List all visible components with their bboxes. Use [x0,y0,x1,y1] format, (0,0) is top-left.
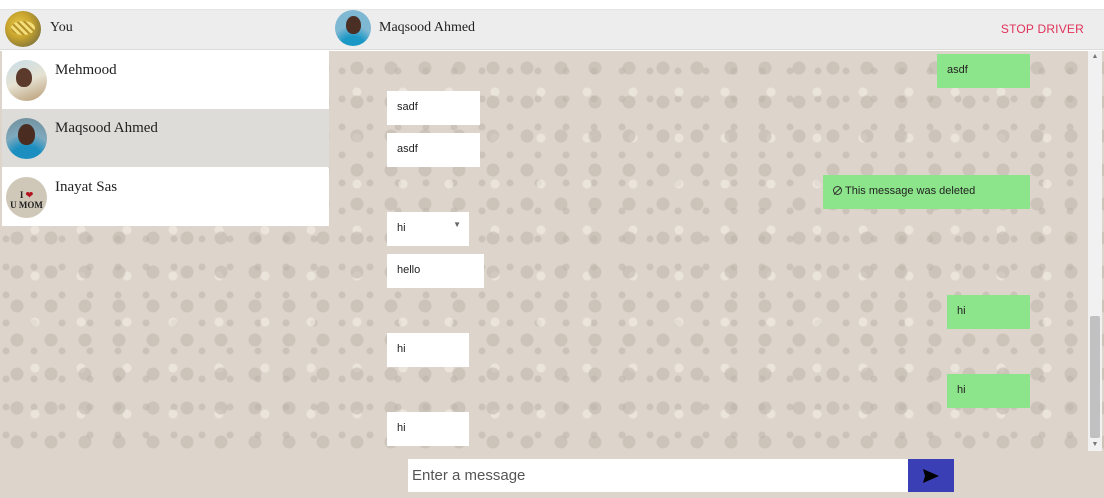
scroll-up-icon[interactable]: ▲ [1088,51,1102,63]
contact-item-inayat-sas[interactable]: I ❤ U MOM Inayat Sas [2,168,329,226]
contact-item-label: Mehmood [55,62,117,78]
my-name: You [50,20,73,35]
message-incoming[interactable]: hi [387,412,469,446]
message-outgoing[interactable]: hi [947,295,1030,329]
message-text: asdf [397,143,418,155]
send-icon [923,469,939,483]
chat-header: You Maqsood Ahmed STOP DRIVER [0,10,1104,50]
message-text: asdf [947,64,968,76]
my-avatar[interactable] [5,11,41,47]
stop-driver-button[interactable]: STOP DRIVER [1001,22,1084,36]
message-text: hi [397,343,406,355]
scroll-thumb[interactable] [1090,316,1100,438]
message-incoming[interactable]: hi ▼ [387,212,469,246]
prohibited-icon [833,186,842,195]
message-incoming[interactable]: sadf [387,91,480,125]
avatar-face [18,124,35,145]
message-text: hi [957,384,966,396]
message-composer [0,451,1104,498]
message-outgoing[interactable]: hi [947,374,1030,408]
message-incoming[interactable]: hello [387,254,484,288]
send-button[interactable] [908,459,954,492]
contact-item-mehmood[interactable]: Mehmood [2,51,329,109]
avatar [6,118,47,159]
message-input[interactable] [408,459,908,492]
scroll-down-icon[interactable]: ▼ [1088,439,1102,451]
message-text: hi [397,422,406,434]
scrollbar[interactable]: ▲ ▼ [1088,51,1102,451]
active-contact-name: Maqsood Ahmed [379,20,476,35]
message-text: hello [397,264,421,276]
message-text: This message was deleted [845,185,976,197]
contact-item-label: Inayat Sas [55,179,118,195]
avatar: I ❤ U MOM [6,177,47,218]
message-outgoing[interactable]: asdf [937,54,1030,88]
chat-area: Mehmood Maqsood Ahmed I ❤ U MOM Inayat Sa… [0,51,1104,498]
contact-item-maqsood-ahmed[interactable]: Maqsood Ahmed [2,109,329,167]
contact-item-label: Maqsood Ahmed [55,120,158,136]
top-bar [0,0,1104,10]
avatar-face [16,68,32,87]
avatar [6,60,47,101]
avatar-love-text: I ❤ U MOM [10,190,43,210]
message-text: sadf [397,101,418,113]
message-text: hi [957,305,966,317]
contact-avatar[interactable] [335,10,371,46]
message-text: hi [397,222,406,234]
contact-list: Mehmood Maqsood Ahmed I ❤ U MOM Inayat Sa… [2,51,329,226]
message-incoming[interactable]: asdf [387,133,480,167]
avatar-face [346,16,361,34]
chevron-down-icon[interactable]: ▼ [453,220,461,229]
message-incoming[interactable]: hi [387,333,469,367]
message-outgoing-deleted[interactable]: This message was deleted [823,175,1030,209]
